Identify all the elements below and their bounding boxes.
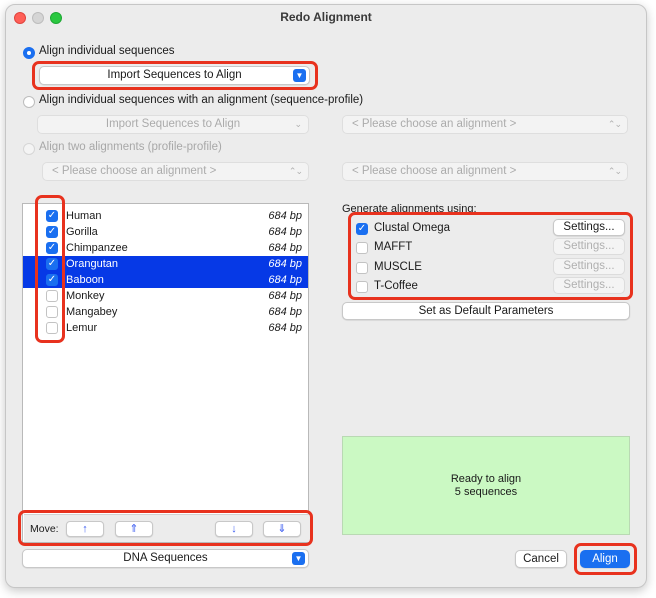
move-toolbar: Move: ↑ ⇑ ↓ ⇓	[24, 514, 309, 542]
sequence-name: Monkey	[66, 290, 105, 302]
move-down-button[interactable]: ↓	[215, 521, 253, 537]
updown-chevron-icon: ⌃⌄	[607, 119, 622, 129]
import-sequences-label: Import Sequences to Align	[107, 69, 242, 81]
sequence-row[interactable]: ✓ Orangutan 684 bp	[23, 256, 308, 272]
settings-button: Settings...	[553, 276, 625, 294]
algorithm-checkbox[interactable]	[356, 261, 368, 274]
sequence-name: Mangabey	[66, 306, 118, 318]
settings-button: Settings...	[553, 257, 625, 275]
radio-profile-profile	[23, 143, 35, 155]
sequence-length: 684 bp	[268, 290, 302, 302]
move-label: Move:	[30, 523, 59, 535]
sequence-name: Gorilla	[66, 226, 98, 238]
choose-alignment-popup-1: < Please choose an alignment > ⌃⌄	[342, 115, 628, 134]
algorithm-checkbox[interactable]: ✓	[356, 223, 368, 235]
sequence-length: 684 bp	[268, 258, 302, 270]
sequence-checkbox[interactable]: ✓	[46, 258, 58, 270]
status-panel: Ready to align 5 sequences	[342, 436, 630, 535]
double-arrow-down-icon: ⇓	[277, 523, 287, 535]
window-title: Redo Alignment	[280, 10, 372, 24]
sequence-name: Orangutan	[66, 258, 118, 270]
title-bar: Redo Alignment	[6, 5, 646, 29]
sequence-length: 684 bp	[268, 226, 302, 238]
import-sequences-popup[interactable]: Import Sequences to Align ▼	[39, 66, 310, 85]
sequence-length: 684 bp	[268, 242, 302, 254]
arrow-down-icon: ↓	[231, 523, 237, 535]
sequence-name: Baboon	[66, 274, 104, 286]
redo-alignment-window: Redo Alignment Align individual sequence…	[5, 4, 647, 588]
sequence-checkbox[interactable]	[46, 290, 58, 302]
status-line-2: 5 sequences	[454, 486, 518, 498]
algorithm-name: MUSCLE	[374, 260, 422, 273]
move-up-button[interactable]: ↑	[66, 521, 104, 537]
choose-alignment-3-label: < Please choose an alignment >	[352, 165, 517, 177]
settings-button: Settings...	[553, 238, 625, 256]
sequence-checkbox[interactable]	[46, 322, 58, 334]
sequence-checkbox[interactable]: ✓	[46, 242, 58, 254]
algorithm-list: ✓ Clustal Omega Settings... MAFFT Settings..…	[341, 219, 630, 305]
cancel-button[interactable]: Cancel	[515, 550, 567, 568]
sequence-type-popup[interactable]: DNA Sequences ▼	[22, 549, 309, 568]
set-default-parameters-button[interactable]: Set as Default Parameters	[342, 302, 630, 320]
move-top-button[interactable]: ⇑	[115, 521, 153, 537]
radio-profile-profile-label: Align two alignments (profile-profile)	[39, 141, 222, 153]
sequence-length: 684 bp	[268, 322, 302, 334]
algorithm-row: T-Coffee Settings...	[341, 276, 630, 296]
choose-alignment-popup-3: < Please choose an alignment > ⌃⌄	[342, 162, 628, 181]
align-button[interactable]: Align	[580, 550, 630, 568]
sequence-row[interactable]: Lemur 684 bp	[23, 320, 308, 336]
sequence-checkbox[interactable]: ✓	[46, 274, 58, 286]
sequence-name: Chimpanzee	[66, 242, 128, 254]
sequence-row[interactable]: ✓ Human 684 bp	[23, 208, 308, 224]
double-arrow-up-icon: ⇑	[129, 523, 139, 535]
algorithm-name: MAFFT	[374, 241, 413, 254]
sequence-length: 684 bp	[268, 306, 302, 318]
algorithm-name: T-Coffee	[374, 279, 418, 292]
sequence-checkbox[interactable]: ✓	[46, 210, 58, 222]
choose-alignment-1-label: < Please choose an alignment >	[352, 118, 517, 130]
chevron-down-icon: ⌄	[294, 119, 302, 129]
sequence-row[interactable]: Mangabey 684 bp	[23, 304, 308, 320]
algorithms-header: Generate alignments using:	[342, 203, 477, 215]
updown-chevron-icon: ⌃⌄	[607, 166, 622, 176]
choose-alignment-2-label: < Please choose an alignment >	[52, 165, 217, 177]
radio-sequence-profile-label[interactable]: Align individual sequences with an align…	[39, 94, 363, 106]
sequence-length: 684 bp	[268, 210, 302, 222]
chevron-down-icon: ▼	[292, 552, 305, 565]
choose-alignment-popup-2: < Please choose an alignment > ⌃⌄	[42, 162, 309, 181]
chevron-down-icon: ▼	[293, 69, 306, 82]
sequence-name: Lemur	[66, 322, 98, 334]
algorithm-checkbox[interactable]	[356, 242, 368, 255]
algorithm-row: MAFFT Settings...	[341, 238, 630, 257]
arrow-up-icon: ↑	[82, 523, 88, 535]
sequence-name: Human	[66, 210, 102, 222]
import-sequences-disabled-label: Import Sequences to Align	[105, 118, 241, 130]
sequence-row[interactable]: Monkey 684 bp	[23, 288, 308, 304]
algorithm-name: Clustal Omega	[374, 222, 451, 234]
radio-align-individual-label[interactable]: Align individual sequences	[39, 45, 175, 57]
move-bottom-button[interactable]: ⇓	[263, 521, 301, 537]
radio-sequence-profile[interactable]	[23, 96, 35, 108]
sequence-type-label: DNA Sequences	[123, 552, 208, 564]
algorithm-checkbox[interactable]	[356, 280, 368, 293]
updown-chevron-icon: ⌃⌄	[288, 166, 303, 176]
sequence-length: 684 bp	[268, 274, 302, 286]
sequence-checkbox[interactable]	[46, 306, 58, 318]
sequence-checkbox[interactable]: ✓	[46, 226, 58, 238]
algorithm-row: ✓ Clustal Omega Settings...	[341, 219, 630, 238]
sequence-row[interactable]: ✓ Gorilla 684 bp	[23, 224, 308, 240]
sequence-list[interactable]: ✓ Human 684 bp ✓ Gorilla 684 bp ✓ Chimpanzee 684…	[22, 203, 309, 543]
sequence-row[interactable]: ✓ Baboon 684 bp	[23, 272, 308, 288]
sequence-row[interactable]: ✓ Chimpanzee 684 bp	[23, 240, 308, 256]
radio-align-individual[interactable]	[23, 47, 35, 59]
algorithm-row: MUSCLE Settings...	[341, 257, 630, 277]
import-sequences-popup-disabled: Import Sequences to Align ⌄	[37, 115, 309, 134]
status-line-1: Ready to align	[450, 473, 522, 485]
settings-button[interactable]: Settings...	[553, 219, 625, 236]
